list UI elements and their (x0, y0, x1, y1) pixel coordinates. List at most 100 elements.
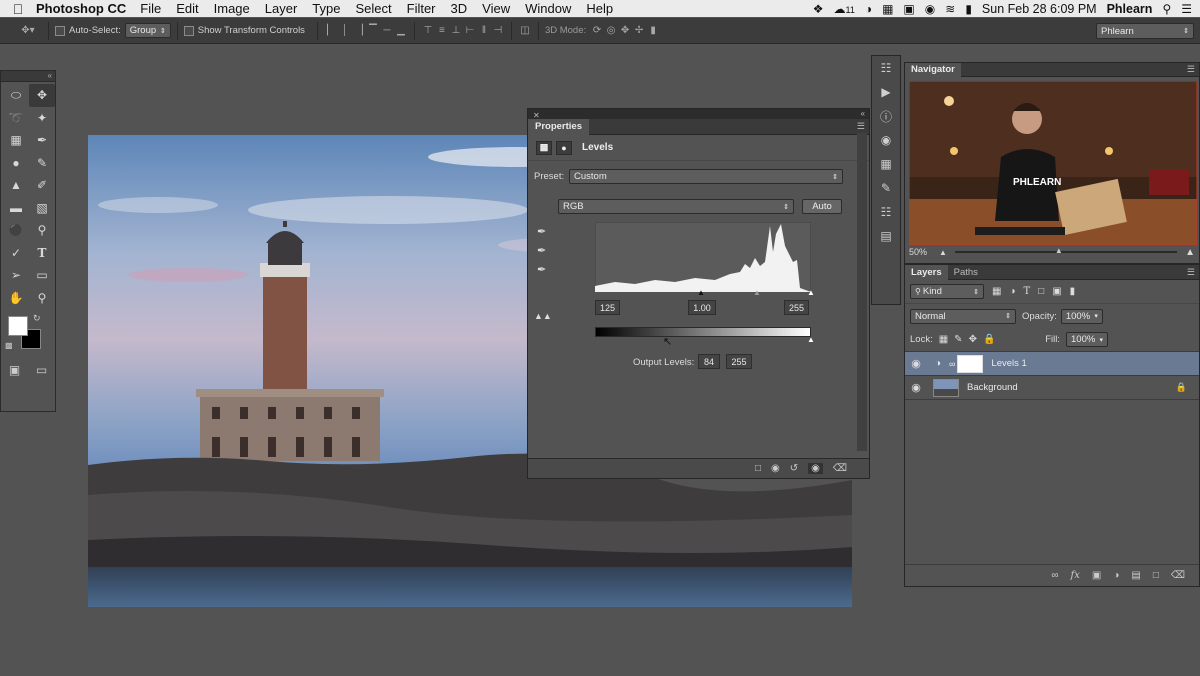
navigator-zoom-value[interactable]: 50% (909, 247, 927, 257)
menu-view[interactable]: View (482, 1, 510, 16)
magic-wand-tool-icon[interactable]: ✦ (29, 107, 55, 130)
layer-row-background[interactable]: ◉ Background 🔒 (905, 376, 1199, 400)
adjustments-icon[interactable]: ☷ (872, 200, 900, 224)
lock-all-icon[interactable]: 🔒 (983, 334, 995, 345)
lock-image-icon[interactable]: ✎ (954, 334, 962, 345)
tab-properties[interactable]: Properties (528, 118, 589, 135)
input-gamma-field[interactable]: 1.00 (688, 300, 716, 315)
distribute-left-icon[interactable]: ⊢ (463, 25, 477, 37)
panel-menu-icon[interactable]: ☰ (1187, 64, 1195, 75)
menu-file[interactable]: File (140, 1, 161, 16)
path-selection-tool-icon[interactable]: ➢ (3, 264, 29, 287)
add-mask-icon[interactable]: ▣ (1092, 570, 1101, 581)
gradient-tool-icon[interactable]: ▧ (29, 197, 55, 220)
black-eyedropper-icon[interactable]: ✒ (537, 225, 546, 238)
layer-name[interactable]: Background (967, 382, 1018, 393)
distribute-bottom-icon[interactable]: ⊥ (449, 25, 463, 37)
mask-icon[interactable]: ● (556, 140, 572, 155)
delete-layer-icon[interactable]: ⌫ (1171, 570, 1185, 581)
show-transform-checkbox[interactable] (183, 25, 194, 36)
eyedropper-tool-icon[interactable]: ✒ (29, 129, 55, 152)
link-icon[interactable]: ∞ (949, 359, 955, 369)
output-black-slider[interactable]: ↖ (663, 335, 672, 348)
zoom-out-icon[interactable]: ▲ (939, 248, 947, 257)
align-top-icon[interactable]: ▔ (366, 25, 380, 37)
output-white-field[interactable]: 255 (726, 354, 752, 369)
distribute-top-icon[interactable]: ⊤ (421, 25, 435, 37)
reset-icon[interactable]: ↺ (790, 463, 798, 474)
menu-help[interactable]: Help (586, 1, 613, 16)
distribute-right-icon[interactable]: ⊣ (491, 25, 505, 37)
distribute-vcenter-icon[interactable]: ≡ (435, 25, 449, 37)
grid-app-icon[interactable]: ▦ (882, 2, 893, 16)
align-left-icon[interactable]: ▏ (324, 25, 338, 37)
sync-icon[interactable]: ☁11 (833, 2, 854, 16)
tab-paths[interactable]: Paths (948, 267, 984, 278)
link-layers-icon[interactable]: ∞ (1051, 570, 1058, 581)
preset-dropdown[interactable]: Custom ⇕ (569, 169, 843, 184)
blend-mode-dropdown[interactable]: Normal ⇕ (910, 308, 1016, 324)
align-vcenter-icon[interactable]: ─ (380, 25, 394, 37)
filter-pixel-icon[interactable]: ▦ (992, 286, 1001, 297)
wifi-icon[interactable]: ≋ (945, 2, 955, 16)
battery-icon[interactable]: ▮ (965, 2, 972, 16)
zoom-in-icon[interactable]: ▲ (1185, 247, 1195, 258)
view-previous-icon[interactable]: ◉ (771, 463, 780, 474)
align-hcenter-icon[interactable]: │ (338, 25, 352, 37)
pen-tool-icon[interactable]: ✓ (3, 242, 29, 265)
menu-3d[interactable]: 3D (451, 1, 468, 16)
opacity-field[interactable]: 100% ▾ (1060, 308, 1103, 324)
new-group-icon[interactable]: ▤ (1131, 570, 1140, 581)
collapse-icon[interactable]: « (861, 109, 865, 119)
channel-dropdown[interactable]: RGB ⇕ (558, 199, 794, 214)
color-icon[interactable]: ◉ (872, 128, 900, 152)
move-tool-icon[interactable]: ✥ (29, 84, 55, 107)
clock[interactable]: Sun Feb 28 6:09 PM (982, 2, 1097, 16)
crop-tool-icon[interactable]: ▦ (3, 129, 29, 152)
3d-roll-icon[interactable]: ◎ (604, 25, 618, 37)
visibility-eye-icon[interactable]: ◉ (905, 357, 927, 370)
lock-transparent-icon[interactable]: ▦ (939, 334, 948, 345)
panel-menu-icon[interactable]: ☰ (1187, 267, 1195, 278)
input-black-field[interactable]: 125 (595, 300, 620, 315)
dropbox-icon[interactable]: ❖ (813, 2, 824, 16)
zoom-slider[interactable]: ▲ (954, 246, 1178, 255)
toggle-icon[interactable]: ◑ (865, 2, 872, 16)
history-icon[interactable]: ☷ (872, 56, 900, 80)
input-gamma-slider[interactable]: ▲ (753, 288, 761, 297)
swatches-icon[interactable]: ▦ (872, 152, 900, 176)
3d-rotate-icon[interactable]: ⟳ (590, 25, 604, 37)
menu-filter[interactable]: Filter (407, 1, 436, 16)
layer-thumbnail[interactable] (933, 378, 959, 397)
move-tool-preset-icon[interactable]: ✥▾ (14, 25, 42, 37)
filter-smart-object-icon[interactable]: ▣ (1052, 286, 1061, 297)
tools-panel-header[interactable]: « (1, 71, 55, 82)
input-white-field[interactable]: 255 (784, 300, 809, 315)
input-black-slider[interactable]: ▲ (697, 288, 705, 297)
zoom-tool-icon[interactable]: ⚲ (29, 287, 55, 310)
screen-mode-icon[interactable]: ▭ (36, 363, 47, 377)
clip-to-layer-icon[interactable]: □ (755, 463, 761, 474)
libraries-icon[interactable]: ▤ (872, 224, 900, 248)
box-icon[interactable]: ▣ (903, 2, 914, 16)
white-eyedropper-icon[interactable]: ✒ (537, 263, 546, 276)
menu-app-name[interactable]: Photoshop CC (36, 1, 126, 16)
swap-colors-icon[interactable]: ↻ (33, 313, 41, 324)
collapse-icon[interactable]: « (48, 71, 52, 80)
record-icon[interactable]: ◉ (925, 2, 935, 16)
info-icon[interactable]: ⓘ (872, 104, 900, 128)
eraser-tool-icon[interactable]: ▬ (3, 197, 29, 220)
type-tool-icon[interactable]: T (29, 242, 55, 265)
brush-presets-icon[interactable]: ✎ (872, 176, 900, 200)
menu-select[interactable]: Select (355, 1, 391, 16)
menu-type[interactable]: Type (312, 1, 340, 16)
new-layer-icon[interactable]: □ (1153, 570, 1159, 581)
target-adjust-icon[interactable]: ▲▲ (534, 311, 552, 321)
healing-brush-tool-icon[interactable]: ● (3, 152, 29, 175)
layer-row-levels[interactable]: ◉ ◑ ∞ Levels 1 (905, 352, 1199, 376)
filter-toggle-icon[interactable]: ▮ (1070, 286, 1076, 297)
menu-list-icon[interactable]: ☰ (1181, 2, 1192, 16)
workspace-dropdown[interactable]: Phlearn ⇕ (1096, 23, 1194, 39)
color-swatches[interactable]: ↻ ▩ (1, 313, 55, 357)
quick-mask-icon[interactable]: ▣ (9, 363, 20, 377)
